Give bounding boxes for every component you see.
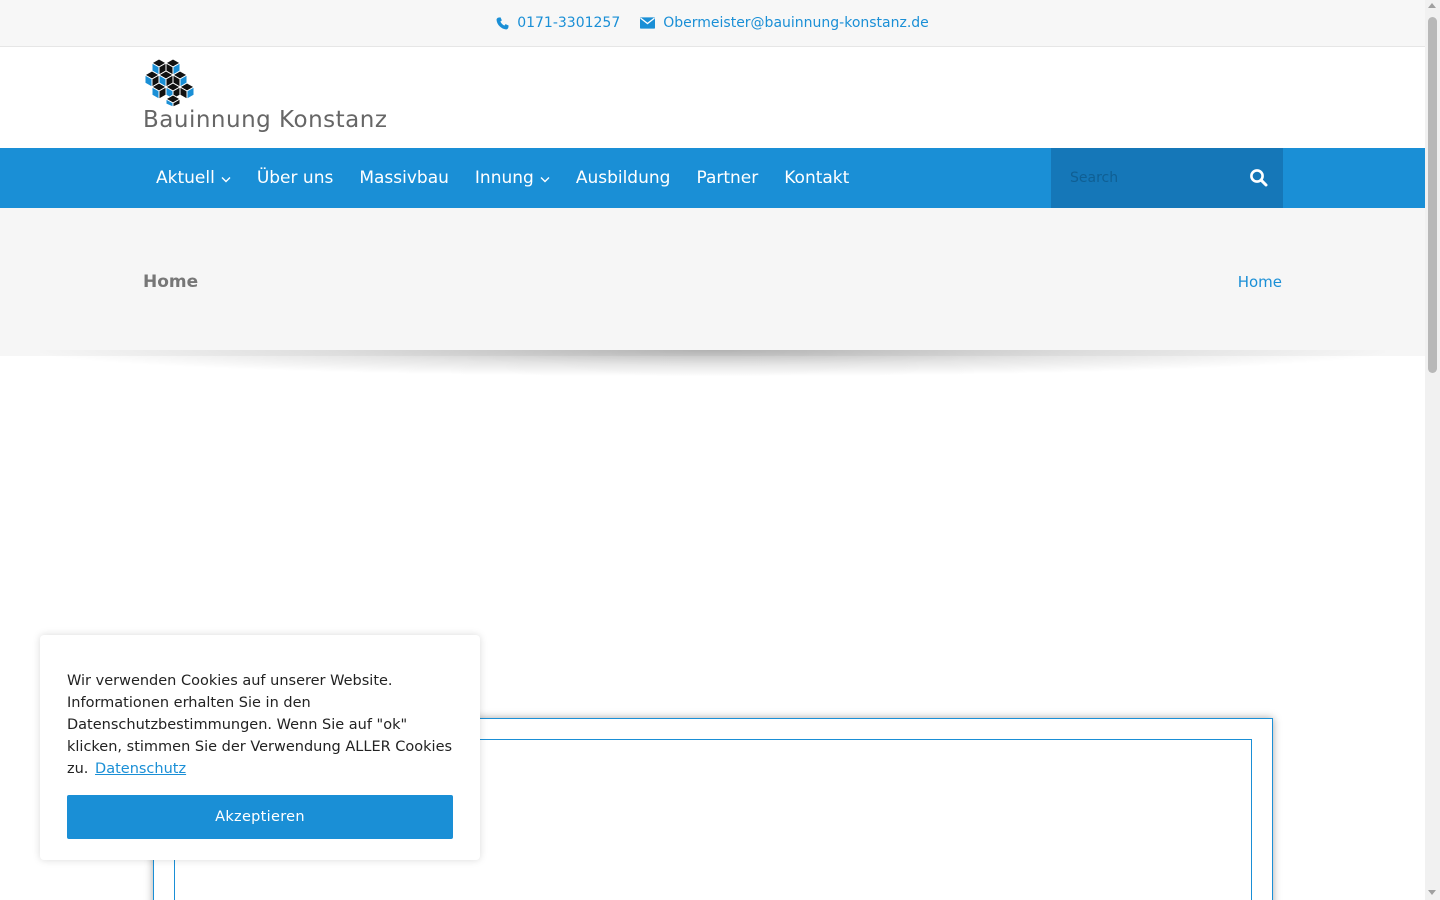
privacy-link[interactable]: Datenschutz [95,761,186,777]
page-header-band: Home Home [0,208,1425,356]
main-nav: Aktuell Über uns Massivbau Innung Ausbil… [0,148,1425,208]
scrollbar[interactable] [1425,0,1440,900]
nav-item-label: Innung [474,168,534,188]
nav-item-label: Massivbau [359,168,449,188]
cubes-logo[interactable] [143,58,197,108]
cookie-message: Wir verwenden Cookies auf unserer Websit… [67,670,453,780]
scroll-down-arrow-icon[interactable] [1428,890,1436,895]
nav-item-ueber-uns[interactable]: Über uns [244,148,347,208]
nav-item-ausbildung[interactable]: Ausbildung [563,148,684,208]
cookie-banner: Wir verwenden Cookies auf unserer Websit… [40,635,480,860]
nav-item-aktuell[interactable]: Aktuell [143,148,244,208]
nav-item-partner[interactable]: Partner [683,148,771,208]
page-title: Home [143,272,199,292]
search-input[interactable] [1051,148,1236,208]
search-icon[interactable] [1249,168,1269,188]
nav-item-label: Ausbildung [575,168,671,188]
nav-item-label: Partner [696,168,759,188]
contact-bar: 0171-3301257 Obermeister@bauinnung-konst… [0,0,1425,47]
phone-link[interactable]: 0171-3301257 [496,15,620,31]
nav-item-label: Aktuell [156,168,215,188]
chevron-down-icon [540,168,550,188]
email-address: Obermeister@bauinnung-konstanz.de [663,15,929,31]
phone-icon [496,16,509,30]
envelope-icon [640,17,656,29]
site-header: Bauinnung Konstanz [0,47,1425,148]
chevron-down-icon [221,168,231,188]
email-link[interactable]: Obermeister@bauinnung-konstanz.de [640,15,929,31]
nav-item-massivbau[interactable]: Massivbau [346,148,462,208]
scroll-up-arrow-icon[interactable] [1428,3,1436,8]
search-box [1051,148,1283,208]
phone-number: 0171-3301257 [517,15,621,31]
accept-cookies-button[interactable]: Akzeptieren [67,795,453,839]
page: 0171-3301257 Obermeister@bauinnung-konst… [0,0,1440,900]
nav-menu: Aktuell Über uns Massivbau Innung Ausbil… [143,148,862,208]
nav-item-kontakt[interactable]: Kontakt [771,148,862,208]
band-shadow [40,350,1385,376]
breadcrumb-home[interactable]: Home [1238,273,1282,291]
nav-item-innung[interactable]: Innung [462,148,563,208]
scrollbar-thumb[interactable] [1428,17,1437,373]
site-title[interactable]: Bauinnung Konstanz [143,107,387,133]
nav-item-label: Kontakt [784,168,850,188]
nav-item-label: Über uns [256,168,334,188]
